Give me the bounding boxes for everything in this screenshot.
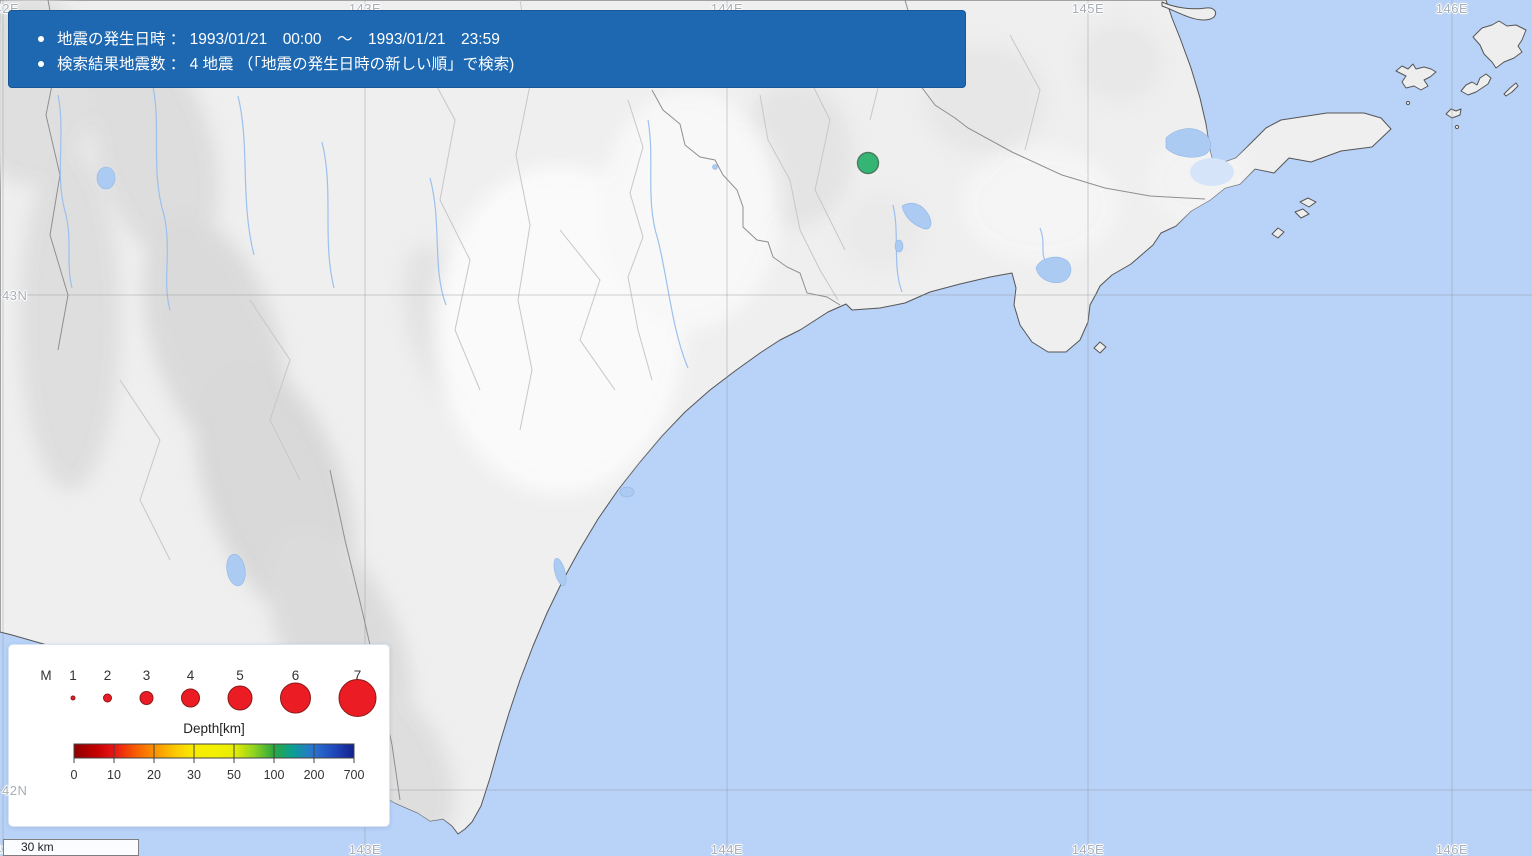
latitude-label: 42N xyxy=(2,783,27,798)
search-period-line: 地震の発生日時 ： 1993/01/21 00:00 ～ 1993/01/21 … xyxy=(38,27,966,52)
depth-tick-label: 700 xyxy=(344,768,365,782)
magnitude-circle xyxy=(228,686,252,710)
magnitude-circle xyxy=(281,683,311,713)
magnitude-circle xyxy=(71,696,75,700)
magnitude-tick-label: 2 xyxy=(104,668,112,683)
search-result-text: 検索結果地震数 ： 4 地震 （「地震の発生日時の新しい順」で検索) xyxy=(57,56,514,73)
magnitude-circle xyxy=(339,680,376,717)
magnitude-tick-label: 3 xyxy=(143,668,151,683)
latitude-label: 43N xyxy=(2,288,27,303)
depth-color-bar xyxy=(74,744,354,758)
magnitude-circle xyxy=(104,694,112,702)
bullet-icon xyxy=(38,36,44,42)
longitude-label: 145E xyxy=(1072,842,1104,856)
longitude-label: 146E xyxy=(1436,842,1468,856)
depth-tick-label: 30 xyxy=(187,768,201,782)
scale-label: 30 km xyxy=(21,840,54,854)
search-period-text: 地震の発生日時 ： 1993/01/21 00:00 ～ 1993/01/21 … xyxy=(57,31,500,48)
bullet-icon xyxy=(38,61,44,67)
longitude-label: 145E xyxy=(1072,1,1104,16)
depth-tick-label: 20 xyxy=(147,768,161,782)
magnitude-tick-label: 1 xyxy=(69,668,77,683)
earthquake-map-page: 142E142E143E143E144E144E145E145E146E146E… xyxy=(0,0,1532,856)
longitude-label: 146E xyxy=(1436,1,1468,16)
lake-furen xyxy=(1166,129,1211,158)
epicenter-layer xyxy=(858,153,879,174)
depth-tick-label: 200 xyxy=(304,768,325,782)
magnitude-axis-label: M xyxy=(40,668,51,683)
search-summary-panel: 地震の発生日時 ： 1993/01/21 00:00 ～ 1993/01/21 … xyxy=(8,10,966,88)
depth-tick-label: 100 xyxy=(264,768,285,782)
depth-tick-label: 10 xyxy=(107,768,121,782)
longitude-label: 144E xyxy=(711,842,743,856)
depth-tick-label: 50 xyxy=(227,768,241,782)
magnitude-circle xyxy=(182,689,200,707)
legend-graphic: M1234567Depth[km]010203050100200700 xyxy=(9,645,389,826)
wetland xyxy=(1190,158,1234,186)
magnitude-tick-label: 5 xyxy=(236,668,244,683)
epicenter-marker[interactable] xyxy=(858,153,879,174)
magnitude-circle xyxy=(140,692,153,705)
magnitude-tick-label: 4 xyxy=(187,668,195,683)
longitude-label: 143E xyxy=(349,842,381,856)
search-result-line: 検索結果地震数 ： 4 地震 （「地震の発生日時の新しい順」で検索) xyxy=(38,52,966,77)
scale-indicator: 30 km xyxy=(3,839,139,856)
map-legend: M1234567Depth[km]010203050100200700 xyxy=(8,644,390,827)
depth-tick-label: 0 xyxy=(71,768,78,782)
depth-scale-title: Depth[km] xyxy=(183,721,245,736)
magnitude-tick-label: 6 xyxy=(292,668,300,683)
